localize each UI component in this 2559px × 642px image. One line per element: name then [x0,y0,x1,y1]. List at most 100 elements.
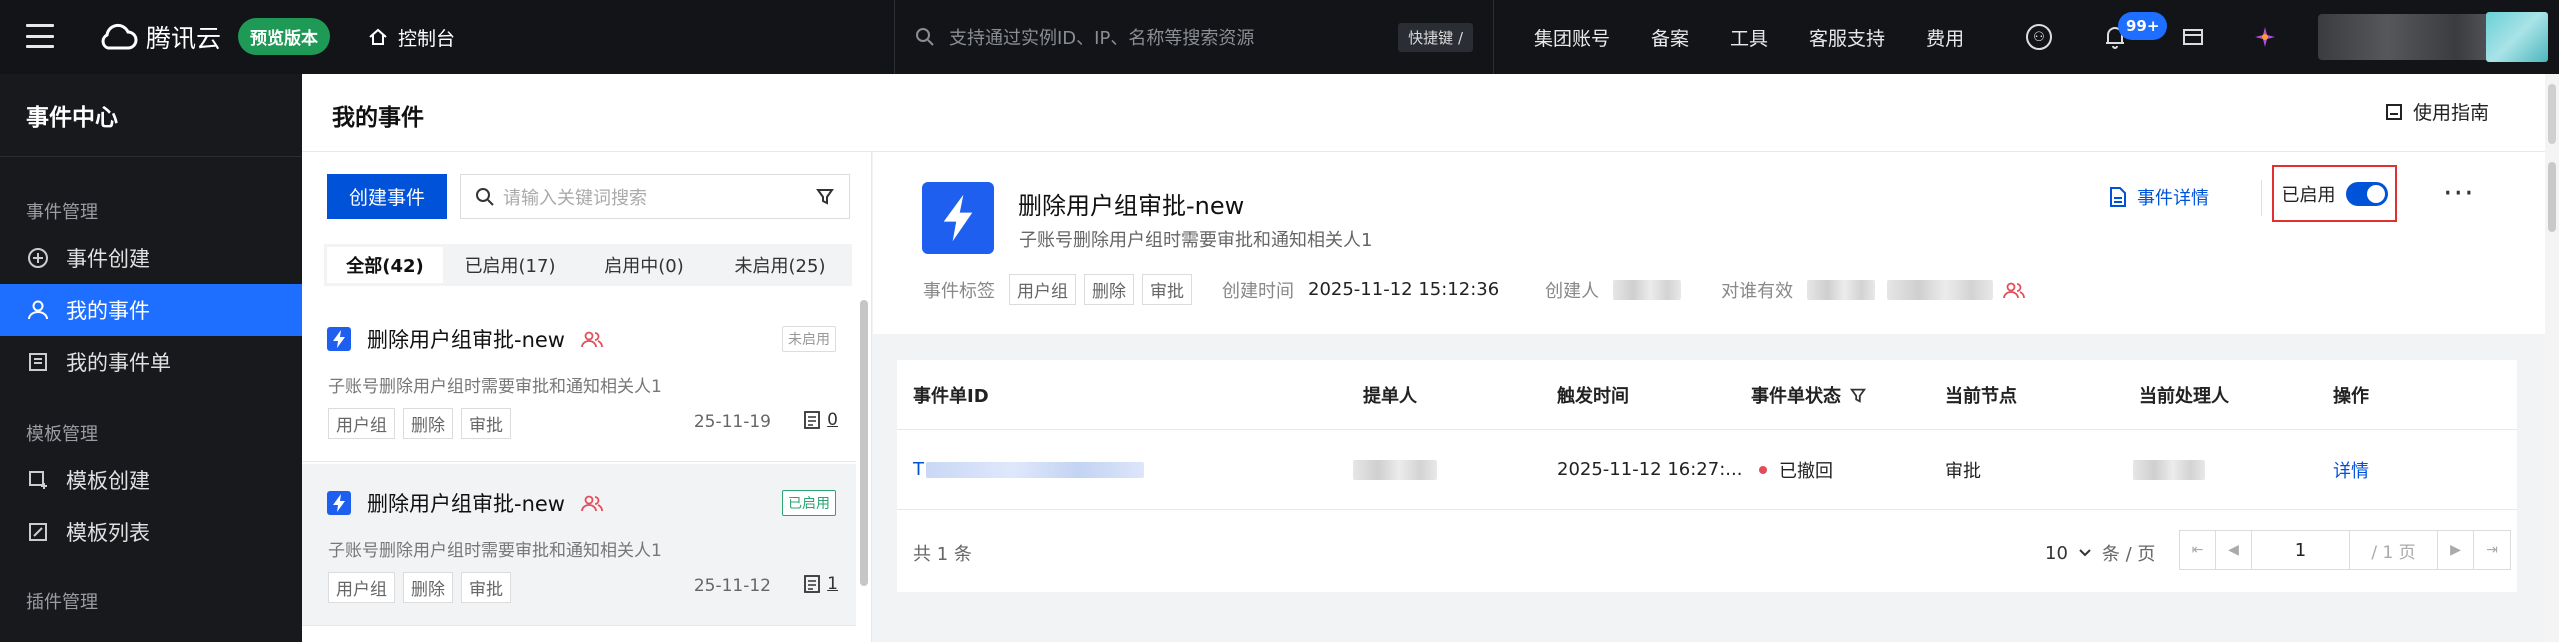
ticket-id-prefix: T [913,459,924,480]
event-card[interactable]: 删除用户组审批-new 未启用 子账号删除用户组时需要审批和通知相关人1 用户组… [302,300,856,462]
sidebar-item-my-tickets[interactable]: 我的事件单 [0,336,302,388]
cloud-logo-icon [101,23,138,50]
users-icon [581,495,603,512]
home-icon [369,28,387,45]
guide-link[interactable]: 使用指南 [2385,98,2489,125]
list-scrollbar[interactable] [858,300,870,640]
col-current-node: 当前节点 [1945,385,2017,407]
menu-icon[interactable] [26,24,54,48]
users-icon [2003,282,2026,298]
console-link[interactable]: 控制台 [368,20,455,54]
event-detail-panel: 删除用户组审批-new 子账号删除用户组时需要审批和通知相关人1 事件标签 用户… [873,152,2545,642]
event-card-tags: 用户组 删除 审批 [328,572,511,603]
top-bar: 腾讯云 预览版本 控制台 支持通过实例ID、IP、名称等搜索资源 快捷键 / 集… [0,0,2559,74]
node-cell: 审批 [1945,460,1981,482]
scope-label: 对谁有效 [1721,280,1794,302]
cart-icon[interactable] [2180,24,2206,50]
sidebar-item-template-list[interactable]: 模板列表 [0,506,302,558]
tab-enabled[interactable]: 已启用(17) [443,247,577,283]
shortcut-hint: 快捷键 / [1398,22,1473,52]
sidebar-item-label: 模板列表 [66,521,150,545]
creator-label: 创建人 [1545,280,1600,302]
last-page-icon[interactable]: ⇥ [2474,531,2510,569]
users-icon [581,331,603,348]
template-add-icon [26,468,50,492]
nav-tools[interactable]: 工具 [1730,24,1768,51]
plus-circle-icon [26,246,50,270]
tags-label: 事件标签 [923,280,995,302]
event-card-desc: 子账号删除用户组时需要审批和通知相关人1 [328,377,662,397]
bolt-icon [922,182,994,254]
document-icon [2110,187,2126,207]
bolt-icon [327,327,351,351]
tag: 审批 [461,572,511,603]
avatar[interactable] [2486,12,2548,62]
global-search[interactable]: 支持通过实例ID、IP、名称等搜索资源 快捷键 / [894,0,1494,74]
col-current-handler: 当前处理人 [2139,385,2229,407]
created-value: 2025-11-12 15:12:36 [1308,279,1500,300]
event-detail-header: 删除用户组审批-new 子账号删除用户组时需要审批和通知相关人1 事件标签 用户… [873,152,2545,334]
page-scrollbar[interactable] [2545,152,2559,642]
submitter-blurred [1353,459,1437,480]
sidebar-item-label: 模板创建 [66,469,150,493]
nav-support[interactable]: 客服支持 [1809,24,1885,51]
sidebar: 事件中心 事件管理 事件创建 我的事件 我的事件单 模板管理 模板创建 模板列表… [0,74,302,642]
ticket-id-link[interactable]: T [913,430,1144,509]
prev-page-icon[interactable]: ◀ [2216,531,2252,569]
tab-all[interactable]: 全部(42) [327,247,443,283]
toggle-switch[interactable] [2345,181,2388,206]
keyword-search-input[interactable]: 请输入关键词搜索 [460,174,850,219]
submitter-cell [1353,430,1437,509]
create-event-button[interactable]: 创建事件 [327,174,447,219]
nav-group-account[interactable]: 集团账号 [1534,24,1610,51]
page-size-select[interactable]: 10 条 / 页 [2045,540,2155,566]
enable-toggle[interactable]: 已启用 [2272,165,2397,222]
col-action: 操作 [2333,385,2369,407]
user-icon [26,298,50,322]
brand-logo[interactable]: 腾讯云 [98,18,221,56]
more-icon[interactable]: ··· [2443,176,2475,211]
tag: 删除 [403,572,453,603]
event-card-date: 25-11-12 [693,576,771,596]
tag: 审批 [1142,274,1192,305]
sidebar-item-my-events[interactable]: 我的事件 [0,284,302,336]
apps-icon[interactable] [2250,22,2280,52]
divider [302,461,856,462]
assistant-icon[interactable]: ⚇ [2026,24,2052,50]
keyword-search-placeholder: 请输入关键词搜索 [503,187,647,209]
ticket-count-link[interactable]: 1 [803,574,838,594]
nav-billing[interactable]: 费用 [1926,24,1964,51]
preview-badge: 预览版本 [238,18,330,55]
page-input[interactable]: 1 [2252,531,2350,569]
chevron-down-icon [2079,549,2091,557]
status-text: 已撤回 [1779,460,1833,482]
enable-toggle-label: 已启用 [2281,184,2336,206]
event-detail-link[interactable]: 事件详情 [2109,184,2209,210]
event-card-selected[interactable]: 删除用户组审批-new 已启用 子账号删除用户组时需要审批和通知相关人1 用户组… [302,464,856,626]
ticket-icon [804,575,821,593]
tab-disabled[interactable]: 未启用(25) [711,247,849,283]
col-submitter: 提单人 [1363,385,1417,407]
nav-icp[interactable]: 备案 [1651,24,1689,51]
ticket-count-link[interactable]: 0 [803,410,838,430]
sidebar-item-event-create[interactable]: 事件创建 [0,232,302,284]
event-filter-tabs: 全部(42) 已启用(17) 启用中(0) 未启用(25) [324,244,852,286]
filter-icon[interactable] [1849,386,1867,404]
page-scrollbar-top[interactable] [2545,74,2559,152]
notification-count-badge: 99+ [2118,12,2168,40]
sidebar-item-template-create[interactable]: 模板创建 [0,454,302,506]
search-icon [476,187,494,206]
search-placeholder: 支持通过实例ID、IP、名称等搜索资源 [949,28,1255,49]
col-status: 事件单状态 [1751,360,1867,429]
template-list-icon [26,520,50,544]
handler-blurred [2133,459,2205,480]
book-icon [2385,103,2402,120]
status-dot [1759,465,1767,474]
detail-link[interactable]: 详情 [2333,430,2369,509]
event-detail-link-label: 事件详情 [2137,188,2209,209]
filter-icon[interactable] [815,186,835,211]
first-page-icon[interactable]: ⇤ [2180,531,2216,569]
tab-enabling[interactable]: 启用中(0) [577,247,711,283]
status-badge: 已启用 [782,490,836,516]
next-page-icon[interactable]: ▶ [2438,531,2474,569]
